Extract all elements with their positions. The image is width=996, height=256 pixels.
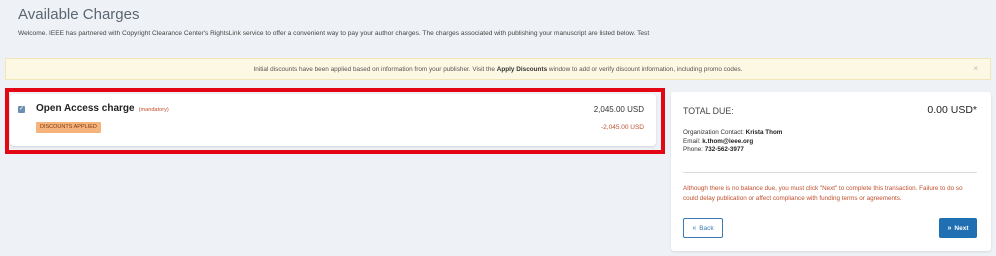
intro-text: Welcome. IEEE has partnered with Copyrig…: [18, 30, 650, 37]
notice-text: Initial discounts have been applied base…: [253, 65, 743, 73]
total-due-amount: 0.00 USD*: [927, 104, 977, 116]
back-button[interactable]: « Back: [683, 218, 723, 238]
divider: [683, 172, 977, 173]
total-due-panel: TOTAL DUE: 0.00 USD* Organization Contac…: [671, 92, 991, 251]
charge-name: Open Access charge (mandatory): [36, 103, 169, 114]
close-icon[interactable]: ×: [973, 64, 978, 73]
discount-notice-banner: Initial discounts have been applied base…: [5, 58, 991, 80]
mandatory-label: (mandatory): [138, 107, 169, 113]
double-chevron-right-icon: »: [947, 224, 952, 232]
charge-card: ✓ Open Access charge (mandatory) DISCOUNT…: [10, 94, 656, 146]
discounts-applied-badge: DISCOUNTS APPLIED: [36, 122, 101, 133]
contact-email: k.thom@ieee.org: [702, 137, 754, 145]
page-title: Available Charges: [18, 6, 140, 23]
contact-name: Krista Thom: [745, 129, 783, 136]
warning-text: Although there is no balance due, you mu…: [683, 185, 963, 202]
email-row: Email: k.thom@ieee.org: [683, 137, 754, 145]
charge-checkbox[interactable]: ✓: [18, 106, 25, 113]
apply-discounts-link[interactable]: Apply Discounts: [497, 66, 547, 73]
contact-phone: 732-562-3977: [704, 146, 744, 153]
next-button[interactable]: » Next: [939, 218, 977, 238]
contact-row: Organization Contact: Krista Thom: [683, 129, 783, 136]
double-chevron-left-icon: «: [692, 224, 697, 232]
charge-discount: -2,045.00 USD: [601, 124, 644, 131]
charge-price: 2,045.00 USD: [593, 105, 644, 114]
phone-row: Phone: 732-562-3977: [683, 146, 744, 153]
total-due-label: TOTAL DUE:: [683, 106, 734, 116]
contact-info: Organization Contact: Krista Thom Email:…: [683, 129, 782, 155]
